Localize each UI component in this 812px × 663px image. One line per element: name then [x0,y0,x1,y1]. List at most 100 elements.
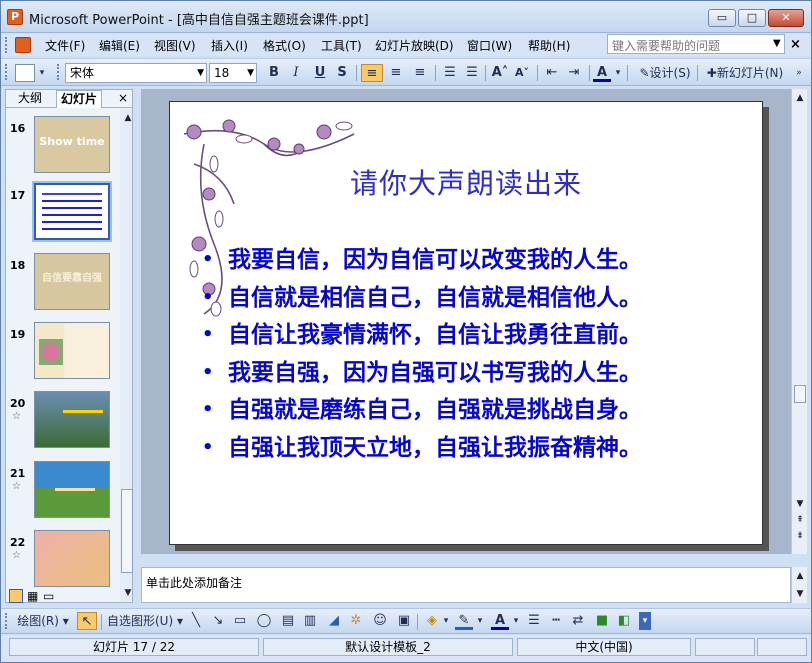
increase-font-size-icon[interactable]: A˄ [489,64,511,82]
new-document-icon[interactable] [15,64,35,82]
slide-thumbnail-19[interactable]: 19 [6,322,118,398]
slide-bullet-list[interactable]: • 我要自信，因为自信可以改变我的人生。 • 自信就是相信自己，自信就是相信他人。 … [202,242,762,468]
bullets-icon[interactable]: ☰ [461,64,483,82]
previous-slide-icon[interactable]: ⇞ [793,513,807,527]
chevron-down-icon[interactable]: ▾ [613,64,623,82]
current-slide[interactable]: 请你大声朗读出来 • 我要自信，因为自信可以改变我的人生。 • 自信就是相信自己，自… [169,101,763,545]
decrease-indent-icon[interactable]: ⇤ [541,64,563,82]
font-size-select[interactable]: 18 ▼ [209,63,257,83]
menu-insert[interactable]: 插入(I) [211,37,248,54]
thumbnails-scrollbar[interactable]: ▲ ▼ [120,109,135,602]
next-slide-icon[interactable]: ⇟ [793,529,807,543]
picture-icon[interactable]: ▣ [395,612,413,630]
clip-art-icon[interactable]: ☺ [371,612,389,630]
tab-outline[interactable]: 大纲 [14,90,46,108]
align-center-icon[interactable]: ≡ [385,64,407,82]
toolbar-grip[interactable] [5,64,9,80]
line-color-icon[interactable]: ✎ [455,612,473,630]
scroll-down-icon[interactable]: ▼ [793,497,807,511]
animation-star-icon[interactable]: ☆ [12,411,21,422]
arrow-style-icon[interactable]: ⇄ [569,612,587,630]
increase-indent-icon[interactable]: ⇥ [563,64,585,82]
slide-scrollbar[interactable]: ▲ ▼ ⇞ ⇟ [791,89,807,554]
menu-view[interactable]: 视图(V) [154,37,196,54]
menu-edit[interactable]: 编辑(E) [99,37,140,54]
toolbar-grip[interactable] [5,613,9,629]
animation-star-icon[interactable]: ☆ [12,481,21,492]
numbering-icon[interactable]: ☰ [439,64,461,82]
menu-help[interactable]: 帮助(H) [528,37,570,54]
chevron-down-icon[interactable]: ▾ [511,612,521,630]
autoshapes-menu-button[interactable]: 自选图形(U) ▾ [105,612,185,630]
help-search-input[interactable]: 键入需要帮助的问题 [607,34,785,54]
slide-sorter-view-icon[interactable]: ▦ [27,589,38,603]
slide-thumbnail-20[interactable]: 20 ☆ [6,391,118,467]
chevron-down-icon[interactable]: ▼ [247,64,254,82]
wordart-icon[interactable]: ◢ [325,612,343,630]
toolbar-options-icon[interactable]: ▾ [639,612,651,630]
scroll-up-icon[interactable]: ▲ [121,111,135,125]
menu-file[interactable]: 文件(F) [45,37,85,54]
menu-tools[interactable]: 工具(T) [321,37,362,54]
new-slide-button[interactable]: ✚新幻灯片(N) [701,64,789,82]
scroll-thumb[interactable] [121,489,133,573]
slide-thumbnail-18[interactable]: 18 自信要靠自强 [6,253,118,329]
design-button[interactable]: ✎设计(S) [635,64,695,82]
maximize-button[interactable]: □ [738,9,766,27]
fill-color-icon[interactable]: ◈ [423,612,441,630]
toolbar-grip[interactable] [57,64,61,80]
toolbar-options-icon[interactable]: » [793,64,805,82]
text-box-icon[interactable]: ▤ [279,612,297,630]
font-color-icon[interactable]: A [491,612,509,630]
select-pointer-icon[interactable]: ↖ [77,612,97,630]
notes-scrollbar[interactable]: ▲ ▼ [791,567,807,603]
3d-style-icon[interactable]: ◧ [615,612,633,630]
slide-thumbnail-21[interactable]: 21 ☆ [6,461,118,537]
line-style-icon[interactable]: ☰ [525,612,543,630]
underline-button[interactable]: U [311,64,329,82]
chevron-down-icon[interactable]: ▾ [441,612,451,630]
italic-button[interactable]: I [287,64,305,82]
bold-button[interactable]: B [265,64,283,82]
slideshow-view-icon[interactable]: ▭ [43,589,54,603]
chevron-down-icon[interactable]: ▼ [197,64,204,82]
oval-icon[interactable]: ◯ [255,612,273,630]
line-icon[interactable]: ╲ [187,612,205,630]
notes-pane[interactable]: 单击此处添加备注 [141,567,791,603]
vertical-text-box-icon[interactable]: ▥ [301,612,319,630]
slide-title[interactable]: 请你大声朗读出来 [170,162,702,202]
menu-format[interactable]: 格式(O) [263,37,306,54]
minimize-button[interactable]: ▭ [708,9,736,27]
scroll-up-icon[interactable]: ▲ [793,91,807,105]
document-icon[interactable] [15,37,31,53]
chevron-down-icon[interactable]: ▾ [37,64,47,82]
dash-style-icon[interactable]: ┅ [547,612,565,630]
rectangle-icon[interactable]: ▭ [231,612,249,630]
scroll-thumb[interactable] [794,385,806,403]
slide-thumbnail-17[interactable]: 17 [6,181,118,259]
chevron-down-icon[interactable]: ▼ [773,38,781,49]
slide-thumbnail-16[interactable]: 16 Show time [6,116,118,192]
shadow-style-icon[interactable]: ■ [593,612,611,630]
powerpoint-app-icon[interactable]: P [7,9,23,25]
close-button[interactable]: ✕ [768,9,804,27]
close-pane-icon[interactable]: × [118,91,128,105]
normal-view-icon[interactable] [9,589,23,603]
close-document-icon[interactable]: × [790,37,801,52]
scroll-up-icon[interactable]: ▲ [793,569,807,583]
chevron-down-icon[interactable]: ▾ [475,612,485,630]
menu-window[interactable]: 窗口(W) [467,37,512,54]
diagram-icon[interactable]: ✲ [347,612,365,630]
scroll-down-icon[interactable]: ▼ [793,587,807,601]
tab-slides[interactable]: 幻灯片 [56,90,103,108]
decrease-font-size-icon[interactable]: A˅ [511,64,533,82]
align-right-icon[interactable]: ≡ [409,64,431,82]
menubar-grip[interactable] [5,37,9,53]
align-left-icon[interactable]: ≡ [361,64,383,82]
animation-star-icon[interactable]: ☆ [12,550,21,561]
menu-slideshow[interactable]: 幻灯片放映(D) [375,37,454,54]
font-name-select[interactable]: 宋体 ▼ [65,63,207,83]
font-color-icon[interactable]: A [593,64,611,82]
draw-menu-button[interactable]: 绘图(R) ▾ [13,612,73,630]
shadow-button[interactable]: S [333,64,351,82]
